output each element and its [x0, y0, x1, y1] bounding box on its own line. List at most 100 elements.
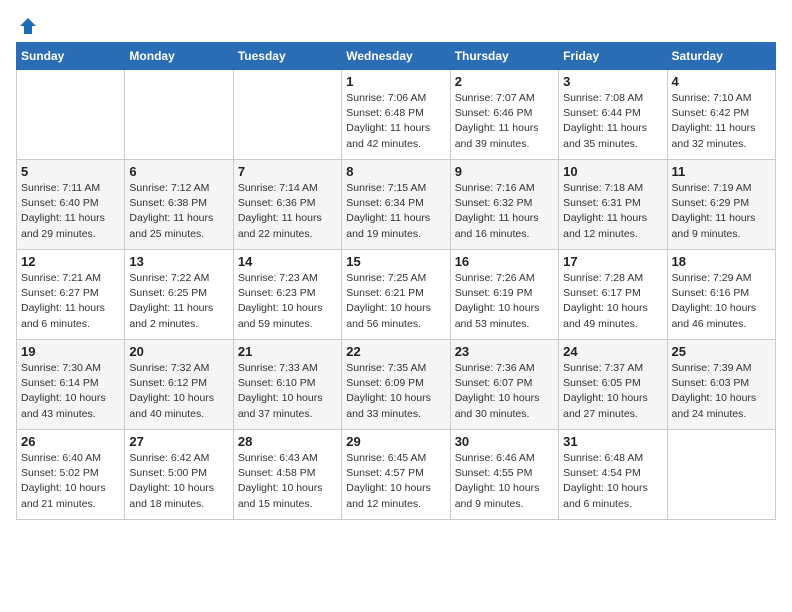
calendar-cell: 11Sunrise: 7:19 AM Sunset: 6:29 PM Dayli…: [667, 160, 775, 250]
calendar-cell: 2Sunrise: 7:07 AM Sunset: 6:46 PM Daylig…: [450, 70, 558, 160]
calendar-body: 1 Sunrise: 7:06 AM Sunset: 6:48 PM Daylig…: [17, 70, 776, 520]
calendar-cell: 4 Sunrise: 7:10 AM Sunset: 6:42 PM Daylig…: [667, 70, 775, 160]
calendar-cell: 19 Sunrise: 7:30 AM Sunset: 6:14 PM Dayli…: [17, 340, 125, 430]
day-info: Sunrise: 7:32 AM Sunset: 6:12 PM Dayligh…: [129, 361, 228, 422]
day-info: Sunrise: 7:25 AM Sunset: 6:21 PM Dayligh…: [346, 271, 445, 332]
calendar-header-row: SundayMondayTuesdayWednesdayThursdayFrid…: [17, 43, 776, 70]
day-number: 18: [672, 254, 771, 269]
day-info: Sunrise: 7:06 AM Sunset: 6:48 PM Dayligh…: [346, 91, 445, 152]
day-number: 9: [455, 164, 554, 179]
calendar-cell: 7 Sunrise: 7:14 AM Sunset: 6:36 PM Daylig…: [233, 160, 341, 250]
calendar-week-4: 19 Sunrise: 7:30 AM Sunset: 6:14 PM Dayli…: [17, 340, 776, 430]
day-number: 3: [563, 74, 662, 89]
calendar-cell: 28Sunrise: 6:43 AM Sunset: 4:58 PM Dayli…: [233, 430, 341, 520]
calendar-week-2: 5 Sunrise: 7:11 AM Sunset: 6:40 PM Daylig…: [17, 160, 776, 250]
day-number: 24: [563, 344, 662, 359]
day-info: Sunrise: 6:43 AM Sunset: 4:58 PM Dayligh…: [238, 451, 337, 512]
day-info: Sunrise: 7:37 AM Sunset: 6:05 PM Dayligh…: [563, 361, 662, 422]
day-number: 15: [346, 254, 445, 269]
weekday-header-sunday: Sunday: [17, 43, 125, 70]
calendar-cell: 8Sunrise: 7:15 AM Sunset: 6:34 PM Daylig…: [342, 160, 450, 250]
calendar-cell: 20 Sunrise: 7:32 AM Sunset: 6:12 PM Dayli…: [125, 340, 233, 430]
day-number: 7: [238, 164, 337, 179]
calendar-cell: 22 Sunrise: 7:35 AM Sunset: 6:09 PM Dayli…: [342, 340, 450, 430]
calendar-cell: 6 Sunrise: 7:12 AM Sunset: 6:38 PM Daylig…: [125, 160, 233, 250]
day-info: Sunrise: 7:22 AM Sunset: 6:25 PM Dayligh…: [129, 271, 228, 332]
calendar-cell: 13 Sunrise: 7:22 AM Sunset: 6:25 PM Dayli…: [125, 250, 233, 340]
day-info: Sunrise: 6:40 AM Sunset: 5:02 PM Dayligh…: [21, 451, 120, 512]
day-info: Sunrise: 7:30 AM Sunset: 6:14 PM Dayligh…: [21, 361, 120, 422]
calendar-cell: 1 Sunrise: 7:06 AM Sunset: 6:48 PM Daylig…: [342, 70, 450, 160]
day-number: 26: [21, 434, 120, 449]
calendar-cell: 27 Sunrise: 6:42 AM Sunset: 5:00 PM Dayli…: [125, 430, 233, 520]
weekday-header-friday: Friday: [559, 43, 667, 70]
logo: [16, 16, 38, 32]
day-info: Sunrise: 6:42 AM Sunset: 5:00 PM Dayligh…: [129, 451, 228, 512]
weekday-header-tuesday: Tuesday: [233, 43, 341, 70]
day-number: 12: [21, 254, 120, 269]
day-info: Sunrise: 6:46 AM Sunset: 4:55 PM Dayligh…: [455, 451, 554, 512]
day-number: 14: [238, 254, 337, 269]
calendar-cell: 15 Sunrise: 7:25 AM Sunset: 6:21 PM Dayli…: [342, 250, 450, 340]
calendar-cell: 23Sunrise: 7:36 AM Sunset: 6:07 PM Dayli…: [450, 340, 558, 430]
calendar-cell: 30 Sunrise: 6:46 AM Sunset: 4:55 PM Dayli…: [450, 430, 558, 520]
day-info: Sunrise: 6:48 AM Sunset: 4:54 PM Dayligh…: [563, 451, 662, 512]
weekday-header-saturday: Saturday: [667, 43, 775, 70]
day-info: Sunrise: 7:16 AM Sunset: 6:32 PM Dayligh…: [455, 181, 554, 242]
calendar-cell: 5 Sunrise: 7:11 AM Sunset: 6:40 PM Daylig…: [17, 160, 125, 250]
day-info: Sunrise: 7:14 AM Sunset: 6:36 PM Dayligh…: [238, 181, 337, 242]
day-info: Sunrise: 7:36 AM Sunset: 6:07 PM Dayligh…: [455, 361, 554, 422]
calendar-cell: 29Sunrise: 6:45 AM Sunset: 4:57 PM Dayli…: [342, 430, 450, 520]
day-number: 1: [346, 74, 445, 89]
calendar-cell: [667, 430, 775, 520]
day-number: 13: [129, 254, 228, 269]
day-number: 31: [563, 434, 662, 449]
day-number: 19: [21, 344, 120, 359]
day-number: 22: [346, 344, 445, 359]
day-info: Sunrise: 7:10 AM Sunset: 6:42 PM Dayligh…: [672, 91, 771, 152]
day-number: 5: [21, 164, 120, 179]
day-info: Sunrise: 7:23 AM Sunset: 6:23 PM Dayligh…: [238, 271, 337, 332]
day-info: Sunrise: 7:19 AM Sunset: 6:29 PM Dayligh…: [672, 181, 771, 242]
day-info: Sunrise: 7:11 AM Sunset: 6:40 PM Dayligh…: [21, 181, 120, 242]
day-number: 17: [563, 254, 662, 269]
calendar-cell: 18 Sunrise: 7:29 AM Sunset: 6:16 PM Dayli…: [667, 250, 775, 340]
calendar-cell: 25Sunrise: 7:39 AM Sunset: 6:03 PM Dayli…: [667, 340, 775, 430]
day-info: Sunrise: 7:18 AM Sunset: 6:31 PM Dayligh…: [563, 181, 662, 242]
calendar-cell: 24 Sunrise: 7:37 AM Sunset: 6:05 PM Dayli…: [559, 340, 667, 430]
calendar-week-5: 26 Sunrise: 6:40 AM Sunset: 5:02 PM Dayli…: [17, 430, 776, 520]
day-info: Sunrise: 7:15 AM Sunset: 6:34 PM Dayligh…: [346, 181, 445, 242]
day-info: Sunrise: 7:29 AM Sunset: 6:16 PM Dayligh…: [672, 271, 771, 332]
weekday-header-monday: Monday: [125, 43, 233, 70]
calendar-cell: 31 Sunrise: 6:48 AM Sunset: 4:54 PM Dayli…: [559, 430, 667, 520]
calendar-cell: [125, 70, 233, 160]
weekday-header-wednesday: Wednesday: [342, 43, 450, 70]
day-number: 21: [238, 344, 337, 359]
day-info: Sunrise: 7:26 AM Sunset: 6:19 PM Dayligh…: [455, 271, 554, 332]
calendar-cell: 12Sunrise: 7:21 AM Sunset: 6:27 PM Dayli…: [17, 250, 125, 340]
day-number: 4: [672, 74, 771, 89]
day-info: Sunrise: 7:28 AM Sunset: 6:17 PM Dayligh…: [563, 271, 662, 332]
calendar-cell: 14 Sunrise: 7:23 AM Sunset: 6:23 PM Dayli…: [233, 250, 341, 340]
calendar-cell: 3 Sunrise: 7:08 AM Sunset: 6:44 PM Daylig…: [559, 70, 667, 160]
day-number: 30: [455, 434, 554, 449]
day-info: Sunrise: 7:35 AM Sunset: 6:09 PM Dayligh…: [346, 361, 445, 422]
calendar-table: SundayMondayTuesdayWednesdayThursdayFrid…: [16, 42, 776, 520]
day-info: Sunrise: 7:07 AM Sunset: 6:46 PM Dayligh…: [455, 91, 554, 152]
day-info: Sunrise: 7:39 AM Sunset: 6:03 PM Dayligh…: [672, 361, 771, 422]
day-number: 27: [129, 434, 228, 449]
logo-icon: [18, 16, 38, 36]
calendar-cell: [17, 70, 125, 160]
calendar-cell: 21Sunrise: 7:33 AM Sunset: 6:10 PM Dayli…: [233, 340, 341, 430]
calendar-cell: 9 Sunrise: 7:16 AM Sunset: 6:32 PM Daylig…: [450, 160, 558, 250]
page-header: [16, 16, 776, 32]
calendar-cell: 26 Sunrise: 6:40 AM Sunset: 5:02 PM Dayli…: [17, 430, 125, 520]
day-info: Sunrise: 7:12 AM Sunset: 6:38 PM Dayligh…: [129, 181, 228, 242]
calendar-cell: 17 Sunrise: 7:28 AM Sunset: 6:17 PM Dayli…: [559, 250, 667, 340]
calendar-week-3: 12Sunrise: 7:21 AM Sunset: 6:27 PM Dayli…: [17, 250, 776, 340]
day-info: Sunrise: 7:08 AM Sunset: 6:44 PM Dayligh…: [563, 91, 662, 152]
day-number: 10: [563, 164, 662, 179]
day-number: 20: [129, 344, 228, 359]
calendar-week-1: 1 Sunrise: 7:06 AM Sunset: 6:48 PM Daylig…: [17, 70, 776, 160]
day-number: 6: [129, 164, 228, 179]
